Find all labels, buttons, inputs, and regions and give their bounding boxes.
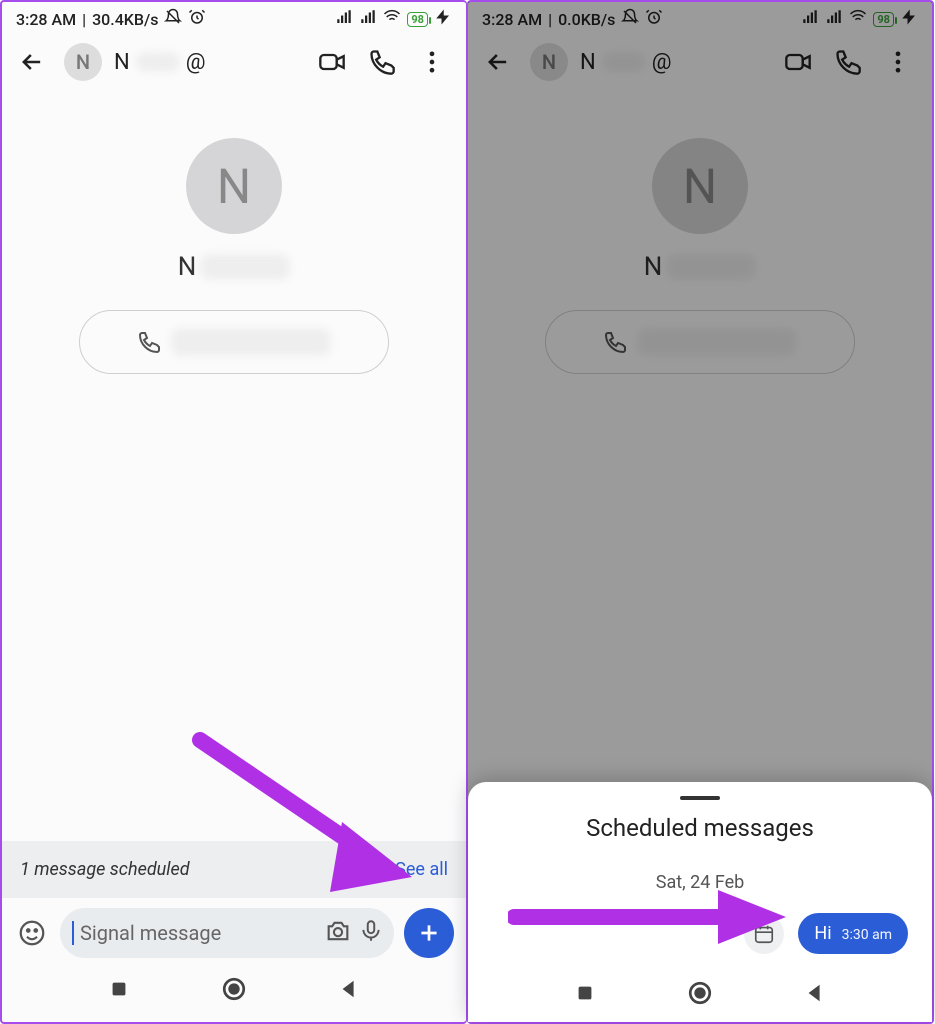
wifi-icon — [383, 8, 401, 30]
status-net: 30.4KB/s — [92, 10, 158, 29]
charging-icon — [434, 8, 452, 30]
android-nav — [488, 972, 912, 1012]
nav-back[interactable] — [338, 978, 360, 1004]
bell-off-icon — [164, 8, 182, 30]
status-bar: 3:28 AM | 30.4KB/s 98 — [2, 2, 466, 32]
redacted-text — [171, 328, 331, 356]
android-nav — [2, 966, 466, 1022]
message-input[interactable]: Signal message — [60, 908, 394, 958]
contact-profile: N N — [2, 138, 466, 374]
status-time: 3:28 AM — [16, 10, 76, 29]
nav-home[interactable] — [687, 980, 713, 1010]
nav-home[interactable] — [221, 976, 247, 1006]
camera-button[interactable] — [324, 917, 352, 950]
annotation-arrow — [192, 732, 422, 902]
signal-icon — [335, 8, 353, 30]
scheduled-count: 1 message scheduled — [20, 859, 190, 880]
contact-name-large: N — [178, 252, 291, 282]
chat-header: N N @ — [2, 32, 466, 88]
back-button[interactable] — [12, 42, 52, 82]
call-button[interactable] — [79, 310, 389, 374]
message-text: Hi — [814, 923, 831, 944]
signal-icon-2 — [359, 8, 377, 30]
scheduled-message-bubble[interactable]: Hi 3:30 am — [798, 913, 908, 954]
voice-call-button[interactable] — [362, 42, 402, 82]
nav-back[interactable] — [804, 982, 826, 1008]
emoji-button[interactable] — [14, 918, 50, 948]
sheet-handle[interactable] — [680, 796, 720, 800]
composer: Signal message — [2, 898, 466, 966]
phone-right: 3:28 AM | 0.0KB/s 98 N N @ — [467, 0, 934, 1024]
input-placeholder: Signal message — [80, 921, 318, 945]
contact-name[interactable]: N @ — [114, 50, 300, 75]
mic-button[interactable] — [358, 918, 384, 949]
sheet-title: Scheduled messages — [586, 814, 814, 842]
redacted-text — [136, 52, 180, 72]
text-caret — [72, 921, 74, 945]
avatar-large[interactable]: N — [186, 138, 282, 234]
message-time: 3:30 am — [842, 927, 892, 943]
nav-recents[interactable] — [108, 978, 130, 1004]
nav-recents[interactable] — [574, 982, 596, 1008]
phone-left: 3:28 AM | 30.4KB/s 98 N N @ — [0, 0, 467, 1024]
add-button[interactable] — [404, 908, 454, 958]
alarm-icon — [188, 8, 206, 30]
annotation-arrow — [508, 882, 788, 952]
battery-icon: 98 — [407, 12, 428, 27]
redacted-text — [200, 254, 290, 280]
video-call-button[interactable] — [312, 42, 352, 82]
more-menu-button[interactable] — [412, 42, 452, 82]
avatar[interactable]: N — [64, 43, 102, 81]
